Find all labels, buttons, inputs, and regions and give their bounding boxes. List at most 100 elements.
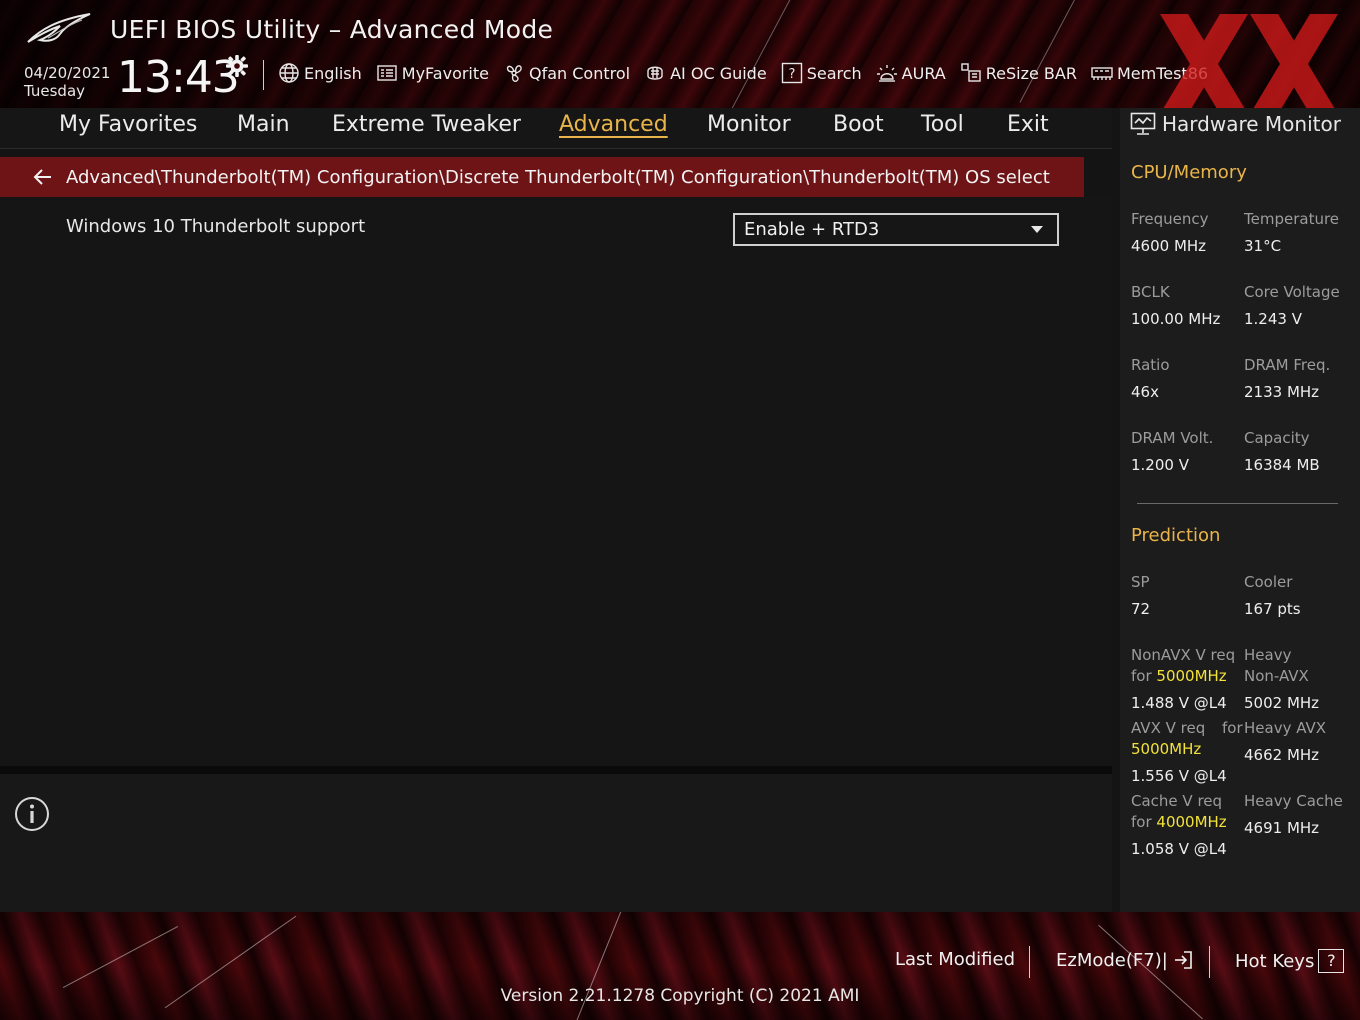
- memtest-icon: [1091, 67, 1113, 80]
- hw-label-heavy-nonavx: Heavy Non-AVX: [1244, 645, 1309, 687]
- tool-label: MyFavorite: [401, 63, 489, 83]
- app-title: UEFI BIOS Utility – Advanced Mode: [110, 15, 554, 44]
- tab-main[interactable]: Main: [237, 112, 290, 137]
- tab-exit[interactable]: Exit: [1007, 112, 1049, 137]
- hw-value-temperature: 31°C: [1244, 237, 1282, 255]
- hw-value-dram-freq: 2133 MHz: [1244, 383, 1320, 401]
- hw-value-heavy-nonavx: 5002 MHz: [1244, 694, 1320, 712]
- tab-monitor[interactable]: Monitor: [707, 112, 791, 137]
- hw-label-capacity: Capacity: [1244, 429, 1310, 447]
- tab-tool[interactable]: Tool: [921, 112, 964, 137]
- tool-qfan-control[interactable]: Qfan Control: [503, 62, 630, 84]
- tab-extreme-tweaker[interactable]: Extreme Tweaker: [332, 112, 521, 137]
- tab-advanced[interactable]: Advanced: [559, 112, 668, 137]
- setting-label-win10-thunderbolt: Windows 10 Thunderbolt support: [66, 216, 366, 237]
- hardware-monitor-panel: Hardware Monitor CPU/Memory Frequency 46…: [1120, 108, 1360, 912]
- tool-label: AI OC Guide: [670, 63, 767, 83]
- hw-value-ratio: 46x: [1131, 383, 1159, 401]
- ai-chip-icon: [647, 66, 663, 80]
- tool-label: ReSize BAR: [985, 63, 1077, 83]
- last-modified-button[interactable]: Last Modified: [895, 949, 1015, 970]
- section-prediction: Prediction: [1131, 525, 1221, 546]
- panel-divider: [0, 766, 1112, 774]
- hw-label-sp: SP: [1131, 573, 1150, 591]
- back-arrow-icon[interactable]: [32, 166, 54, 188]
- ezmode-button[interactable]: EzMode(F7)|: [1056, 949, 1194, 971]
- tab-boot[interactable]: Boot: [833, 112, 884, 137]
- rog-logo-icon: [27, 13, 91, 43]
- hw-title-text: Hardware Monitor: [1162, 112, 1341, 136]
- label-text: AVX V req: [1131, 719, 1206, 737]
- hw-value-heavy-avx: 4662 MHz: [1244, 746, 1320, 764]
- tool-ai-oc-guide[interactable]: AI OC Guide: [644, 62, 767, 84]
- tool-english[interactable]: English: [278, 62, 362, 84]
- tab-my-favorites[interactable]: My Favorites: [59, 112, 197, 137]
- label-text: Cache V req: [1131, 792, 1223, 810]
- decor-slash: [729, 0, 792, 108]
- tool-resize-bar[interactable]: ReSize BAR: [960, 62, 1077, 84]
- label-text: NonAVX V req: [1131, 646, 1236, 664]
- info-icon: [15, 797, 49, 831]
- tool-label: Search: [806, 63, 862, 83]
- clock-text: 13:43: [117, 52, 240, 103]
- favorite-list-icon: [377, 65, 397, 81]
- hot-keys-button[interactable]: Hot Keys ?: [1235, 949, 1345, 973]
- tool-search[interactable]: ? Search: [781, 62, 862, 84]
- monitor-icon: [1130, 112, 1156, 135]
- hw-value-dram-volt: 1.200 V: [1131, 456, 1189, 474]
- breadcrumb: Advanced\Thunderbolt(TM) Configuration\D…: [0, 157, 1084, 197]
- fan-icon: [506, 65, 522, 83]
- toolbar: English MyFavorite Qfan Control AI OC Gu…: [278, 62, 1208, 84]
- label-text: Non-AVX: [1244, 667, 1309, 685]
- watermark-xx-logo: [1160, 14, 1338, 108]
- hw-label-heavy-avx: Heavy AVX: [1244, 719, 1327, 737]
- hw-value-cooler: 167 pts: [1244, 600, 1301, 618]
- search-help-icon: ?: [781, 62, 802, 84]
- hw-divider: [1137, 503, 1338, 504]
- hw-label-cache-vreq: Cache V req for 4000MHz: [1131, 791, 1243, 833]
- hardware-monitor-title: Hardware Monitor: [1130, 112, 1341, 136]
- label-for: for: [1222, 719, 1243, 737]
- globe-icon: [279, 63, 299, 83]
- label-freq-highlight: 4000MHz: [1156, 813, 1227, 831]
- hw-value-heavy-cache: 4691 MHz: [1244, 819, 1320, 837]
- gear-icon[interactable]: [225, 54, 249, 78]
- hw-label-bclk: BCLK: [1131, 283, 1170, 301]
- label-text: Heavy: [1244, 646, 1292, 664]
- tool-label: AURA: [901, 63, 946, 83]
- chevron-down-icon: [1031, 226, 1043, 233]
- tool-aura[interactable]: AURA: [876, 62, 946, 84]
- hw-value-sp: 72: [1131, 600, 1151, 618]
- label-freq-highlight: 5000MHz: [1131, 740, 1202, 758]
- hw-value-cache-vreq: 1.058 V @L4: [1131, 840, 1227, 858]
- hw-label-cooler: Cooler: [1244, 573, 1293, 591]
- hw-label-frequency: Frequency: [1131, 210, 1209, 228]
- hw-label-temperature: Temperature: [1244, 210, 1340, 228]
- tool-myfavorite[interactable]: MyFavorite: [376, 62, 489, 84]
- decor-slash: [62, 926, 179, 988]
- hw-label-nonavx-vreq: NonAVX V req for 5000MHz: [1131, 645, 1243, 687]
- section-cpu-memory: CPU/Memory: [1131, 162, 1247, 183]
- exit-to-ezmode-icon: [1174, 951, 1192, 969]
- svg-text:?: ?: [788, 67, 795, 82]
- decor-slash: [1019, 0, 1082, 103]
- hw-label-avx-vreq: AVX V req for 5000MHz: [1131, 718, 1243, 760]
- win10-thunderbolt-select[interactable]: Enable + RTD3: [733, 213, 1059, 246]
- day-text: Tuesday: [24, 82, 86, 100]
- resize-bar-icon: [961, 63, 981, 82]
- settings-panel: Windows 10 Thunderbolt support Enable + …: [0, 197, 1112, 765]
- header-bar: UEFI BIOS Utility – Advanced Mode 04/20/…: [0, 0, 1360, 108]
- label-freq-highlight: 5000MHz: [1156, 667, 1227, 685]
- hw-value-capacity: 16384 MB: [1244, 456, 1320, 474]
- breadcrumb-path: Advanced\Thunderbolt(TM) Configuration\D…: [66, 166, 1050, 188]
- tool-label: English: [304, 63, 362, 83]
- hot-keys-label: Hot Keys: [1235, 950, 1315, 972]
- ezmode-label: EzMode(F7)|: [1056, 949, 1168, 971]
- label-for: for: [1131, 813, 1152, 831]
- select-value: Enable + RTD3: [744, 219, 880, 240]
- hw-value-bclk: 100.00 MHz: [1131, 310, 1221, 328]
- help-info-panel: [0, 774, 1112, 912]
- header-separator: [263, 60, 264, 90]
- hw-value-frequency: 4600 MHz: [1131, 237, 1207, 255]
- last-modified-label: Last Modified: [895, 949, 1016, 970]
